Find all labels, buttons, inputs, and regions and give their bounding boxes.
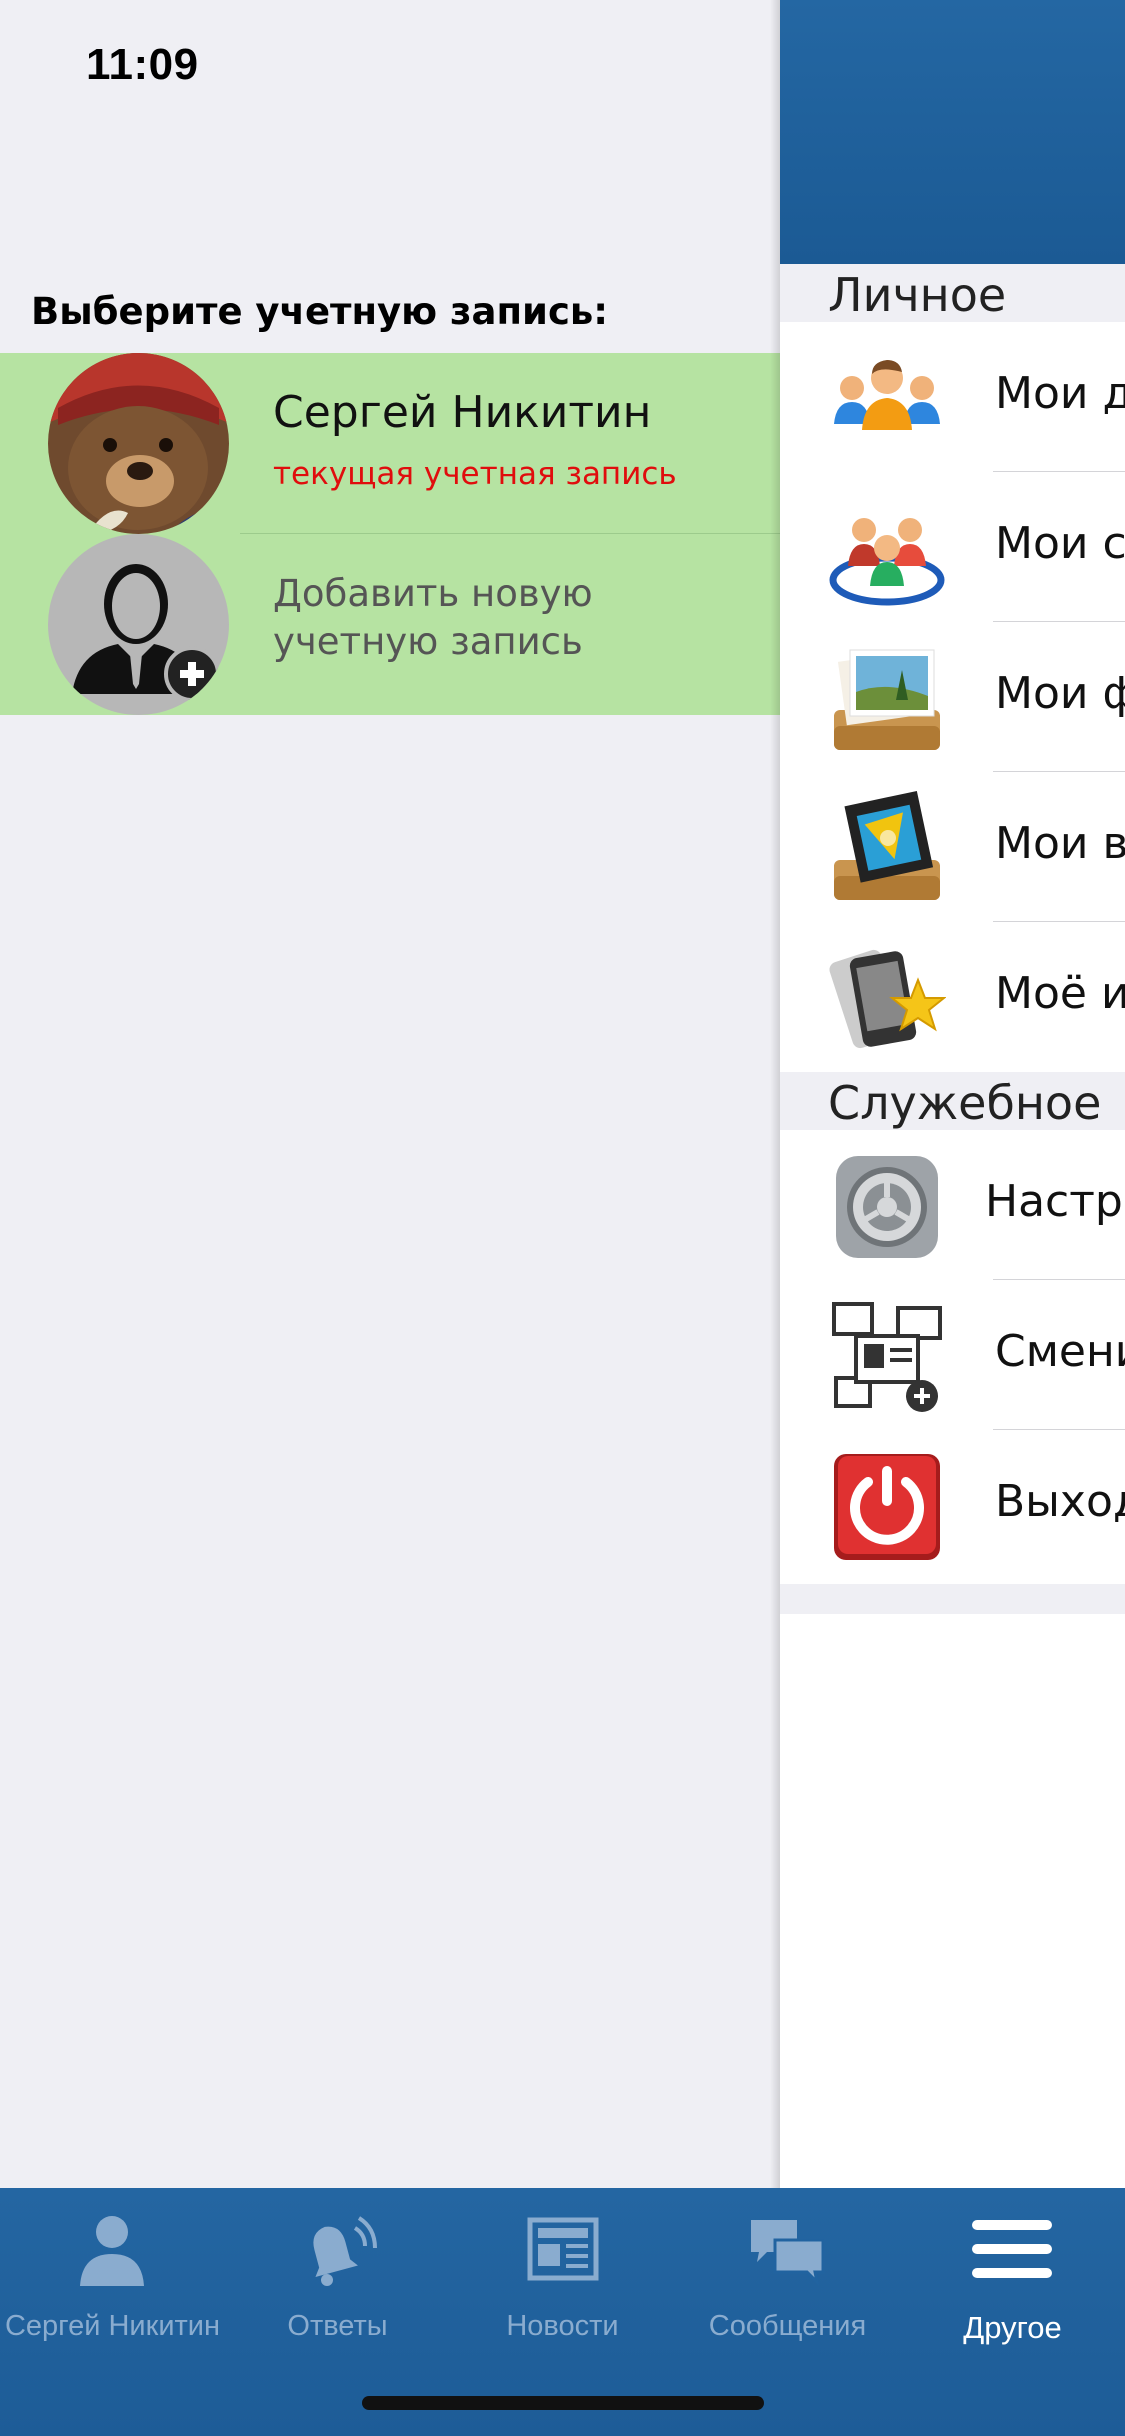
tab-label: Ответы — [287, 2310, 388, 2342]
menu-label: Выход — [995, 1476, 1125, 1527]
photos-icon — [834, 649, 940, 750]
communities-icon — [829, 518, 945, 606]
menu-label: Мои с — [995, 518, 1125, 569]
menu-label: Настро — [985, 1176, 1125, 1227]
tab-messages[interactable]: Сообщения — [675, 2188, 900, 2368]
home-indicator[interactable] — [362, 2396, 764, 2410]
menu-label: Мои в — [995, 818, 1125, 869]
switch-account-icon — [832, 1302, 942, 1412]
account-name: Сергей Никитин — [273, 387, 652, 438]
tab-label: Сообщения — [708, 2310, 867, 2342]
drawer-footer — [780, 1584, 1125, 1614]
add-user-avatar-icon — [48, 534, 229, 715]
menu-label: Моё и — [995, 968, 1125, 1019]
menu-item-settings[interactable]: Настро — [780, 1130, 1125, 1280]
tab-profile[interactable]: Сергей Никитин — [0, 2188, 225, 2368]
section-title: Служебное — [828, 1076, 1102, 1130]
choose-account-title: Выберите учетную запись: — [31, 290, 609, 333]
tab-news[interactable]: Новости — [450, 2188, 675, 2368]
friends-icon — [834, 360, 940, 430]
current-account-label: текущая учетная запись — [273, 456, 677, 492]
tab-label: Сергей Никитин — [4, 2310, 221, 2342]
section-header-personal: Личное — [780, 264, 1125, 322]
videos-icon — [834, 790, 940, 900]
menu-item-photos[interactable]: Мои ф — [780, 622, 1125, 772]
status-time: 11:09 — [86, 40, 199, 89]
menu-item-videos[interactable]: Мои в — [780, 772, 1125, 922]
chat-bubbles-icon — [751, 2220, 825, 2287]
section-header-service: Служебное — [780, 1072, 1125, 1130]
accounts-list: Сергей Никитин текущая учетная запись До… — [0, 353, 780, 715]
newspaper-icon — [527, 2217, 599, 2281]
person-icon — [80, 2216, 144, 2286]
bear-avatar — [48, 353, 229, 534]
menu-label: Мои ф — [995, 668, 1125, 719]
bell-icon — [313, 2216, 377, 2286]
menu-label: Смени — [995, 1326, 1125, 1377]
add-account-row[interactable]: Добавить новую учетную запись — [0, 534, 780, 715]
section-title: Личное — [828, 268, 1007, 322]
tab-label: Другое — [963, 2310, 1062, 2345]
tab-other[interactable]: Другое — [900, 2188, 1125, 2368]
hamburger-menu-icon — [972, 2220, 1052, 2278]
side-drawer: Личное Мои д Мои с Мои ф Мои в Моё и Слу… — [780, 0, 1125, 2188]
power-icon — [834, 1454, 940, 1560]
menu-item-logout[interactable]: Выход — [780, 1430, 1125, 1580]
tab-label: Новости — [506, 2310, 619, 2342]
menu-item-communities[interactable]: Мои с — [780, 472, 1125, 622]
menu-item-switch-account[interactable]: Смени — [780, 1280, 1125, 1430]
drawer-header — [780, 0, 1125, 264]
menu-item-favorites[interactable]: Моё и — [780, 922, 1125, 1072]
tab-answers[interactable]: Ответы — [225, 2188, 450, 2368]
menu-item-friends[interactable]: Мои д — [780, 322, 1125, 472]
settings-icon — [836, 1156, 938, 1258]
favorites-icon — [829, 949, 946, 1049]
menu-label: Мои д — [995, 368, 1125, 419]
add-account-label: Добавить новую учетную запись — [273, 572, 593, 663]
account-row-current[interactable]: Сергей Никитин текущая учетная запись — [0, 353, 780, 534]
